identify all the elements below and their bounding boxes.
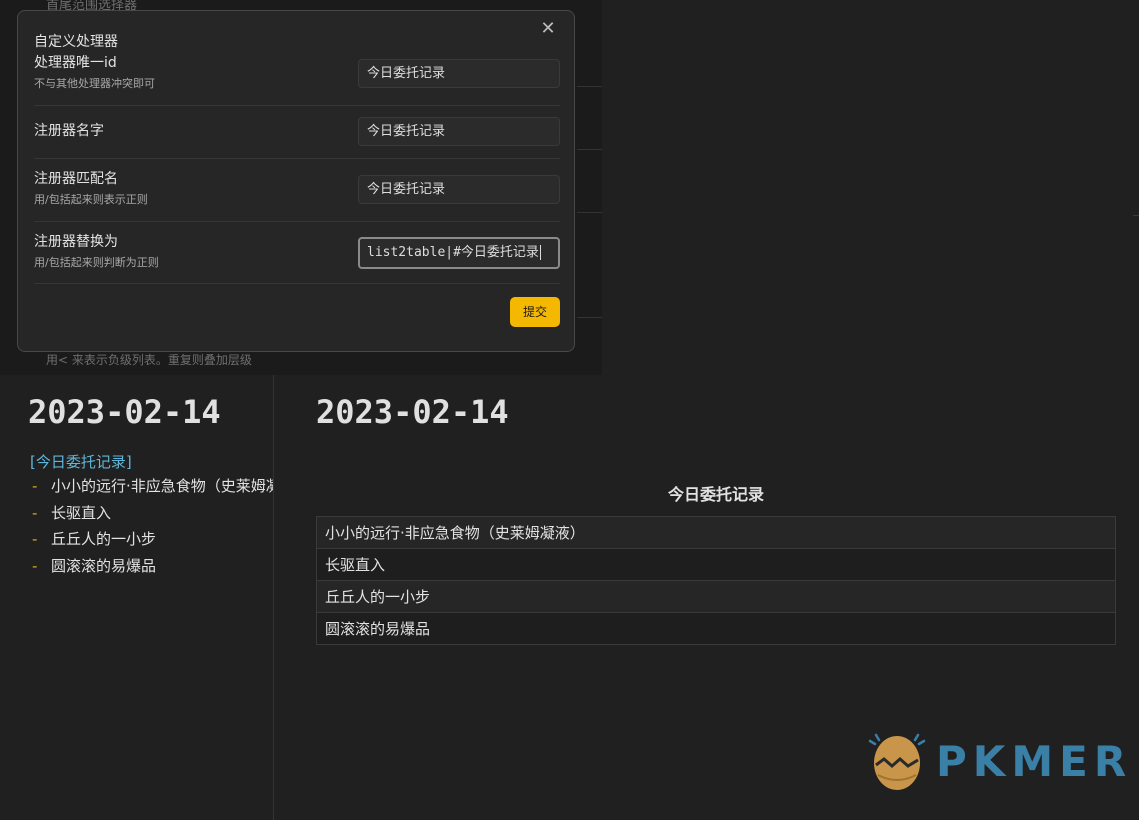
list-item: - 丘丘人的一小步 xyxy=(32,528,273,555)
divider xyxy=(577,86,602,87)
pane-divider[interactable] xyxy=(273,375,274,820)
text-caret xyxy=(539,245,541,260)
table-row: 小小的远行·非应急食物（史莱姆凝液） xyxy=(316,516,1116,549)
list-item-text: 丘丘人的一小步 xyxy=(51,530,157,548)
background-setting-desc: 用< 来表示负级列表。重复则叠加层级 xyxy=(46,353,252,367)
divider xyxy=(577,317,602,318)
table-cell: 小小的远行·非应急食物（史莱姆凝液） xyxy=(316,516,1116,549)
bullet-dash: - xyxy=(32,477,38,495)
bullet-dash: - xyxy=(32,556,38,575)
table-row: 圆滚滚的易爆品 xyxy=(316,612,1116,645)
table-row: 长驱直入 xyxy=(316,548,1116,581)
internal-link[interactable]: [今日委托记录] xyxy=(30,451,132,472)
list-item-text: 小小的远行·非应急食物（史莱姆凝液） xyxy=(51,477,273,495)
list-item: -小小的远行·非应急食物（史莱姆凝液） xyxy=(32,475,273,502)
list-item: - 圆滚滚的易爆品 xyxy=(32,555,273,582)
setting-register-match: 注册器匹配名 用/包括起来则表示正则 今日委托记录 xyxy=(34,159,560,222)
submit-button[interactable]: 提交 xyxy=(510,297,560,327)
bullet-dash: - xyxy=(32,503,38,522)
bullet-dash: - xyxy=(32,530,38,548)
table-title: 今日委托记录 xyxy=(667,485,764,504)
source-list: -小小的远行·非应急食物（史莱姆凝液） -长驱直入 -丘丘人的一小步 -圆滚滚的… xyxy=(32,475,273,581)
table-cell: 丘丘人的一小步 xyxy=(316,580,1116,613)
left-date-heading: 2023-02-14 xyxy=(28,393,221,431)
right-date-heading: 2023-02-14 xyxy=(316,393,509,431)
register-replace-input[interactable]: list2table|#今日委托记录 xyxy=(358,237,560,269)
list-item-text: 长驱直入 xyxy=(51,503,112,522)
table-cell: 圆滚滚的易爆品 xyxy=(316,612,1116,645)
close-icon[interactable]: ✕ xyxy=(539,20,557,38)
processor-id-input[interactable]: 今日委托记录 xyxy=(358,59,560,88)
input-value: list2table|#今日委托记录 xyxy=(367,245,539,260)
setting-register-name: 注册器名字 今日委托记录 xyxy=(34,106,560,159)
setting-register-replace: 注册器替换为 用/包括起来则判断为正则 list2table|#今日委托记录 xyxy=(34,222,560,284)
divider xyxy=(577,212,602,213)
divider xyxy=(1133,215,1139,216)
result-table: 小小的远行·非应急食物（史莱姆凝液） 长驱直入 丘丘人的一小步 圆滚滚的易爆品 xyxy=(316,516,1116,645)
table-row: 丘丘人的一小步 xyxy=(316,580,1116,613)
list-item-text: 圆滚滚的易爆品 xyxy=(51,556,157,575)
modal-title: 自定义处理器 xyxy=(34,34,118,50)
table-cell: 长驱直入 xyxy=(316,548,1116,581)
setting-processor-id: 处理器唯一id 不与其他处理器冲突即可 今日委托记录 xyxy=(34,54,560,106)
pkmer-egg-logo-icon xyxy=(868,733,926,790)
logo-text: PKMER xyxy=(936,737,1133,786)
custom-processor-modal: ✕ 自定义处理器 处理器唯一id 不与其他处理器冲突即可 今日委托记录 注册器名… xyxy=(17,10,575,352)
register-name-input[interactable]: 今日委托记录 xyxy=(358,117,560,146)
list-item: - 长驱直入 xyxy=(32,502,273,529)
source-pane: [今日委托记录] -小小的远行·非应急食物（史莱姆凝液） -长驱直入 -丘丘人的… xyxy=(0,375,273,820)
divider xyxy=(577,149,602,150)
register-match-input[interactable]: 今日委托记录 xyxy=(358,175,560,204)
pkmer-logo: PKMER xyxy=(866,731,1126,791)
